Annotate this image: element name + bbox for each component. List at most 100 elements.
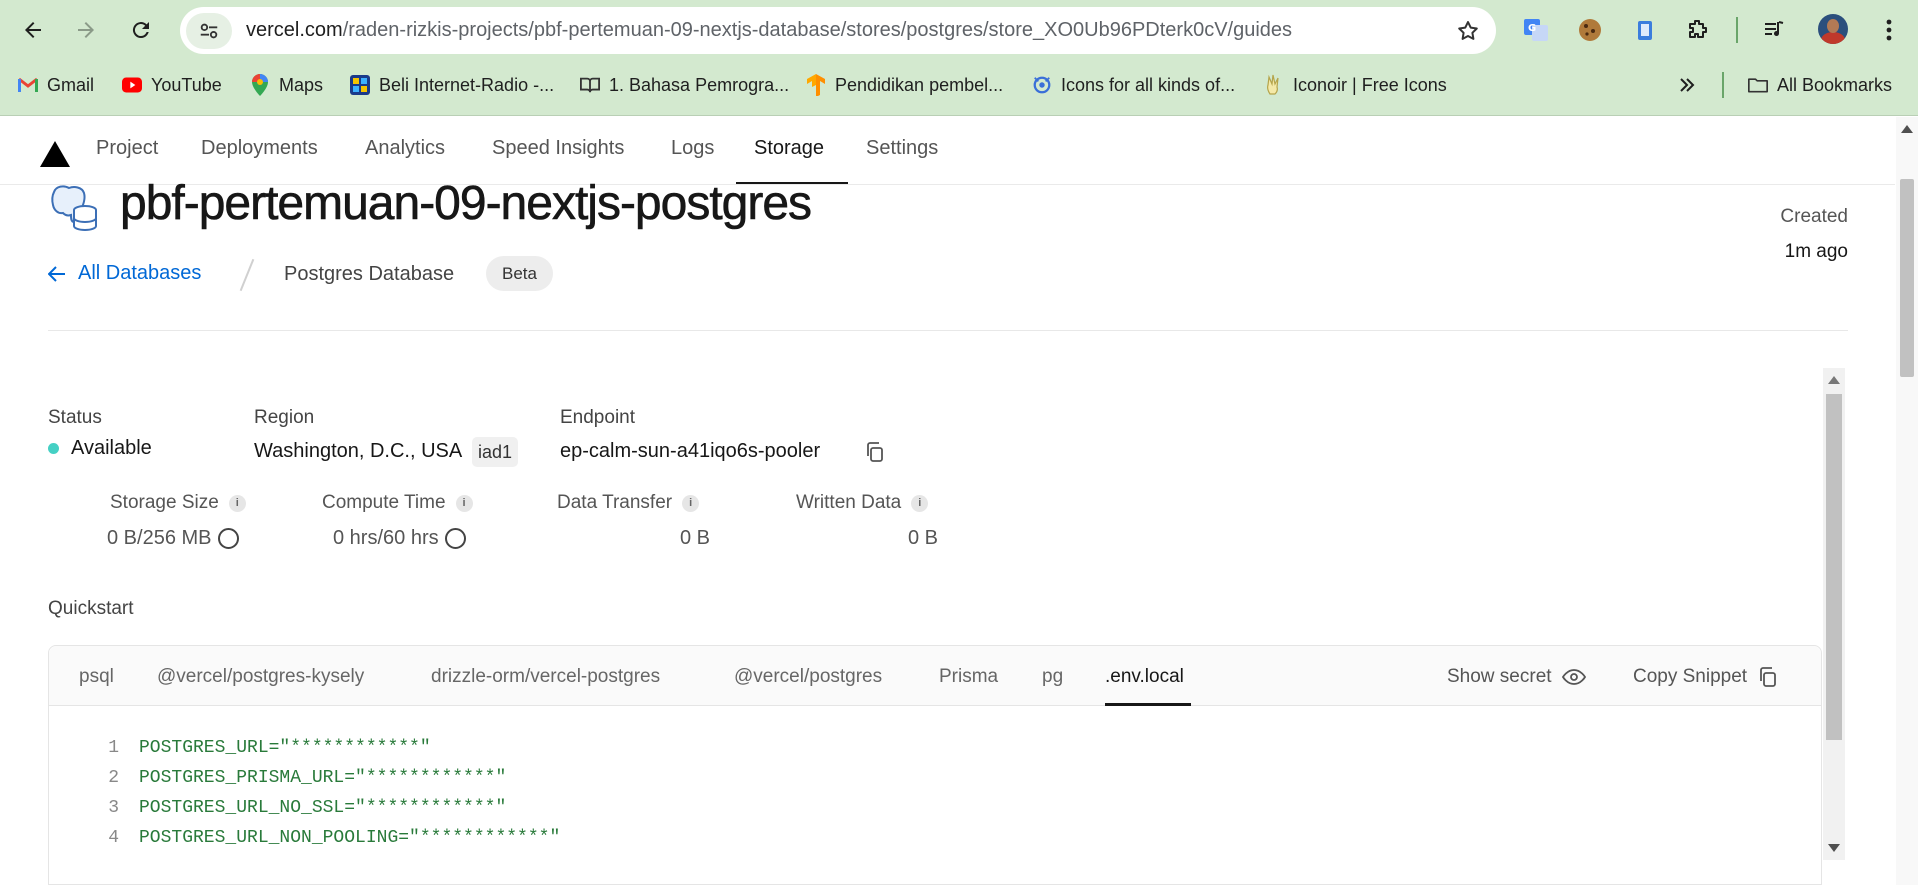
tab-env-local[interactable]: .env.local bbox=[1105, 666, 1184, 688]
tab-drizzle-orm[interactable]: drizzle-orm/vercel-postgres bbox=[431, 666, 660, 688]
tab-psql[interactable]: psql bbox=[79, 666, 114, 688]
content-scroll-up[interactable] bbox=[1828, 376, 1840, 384]
site-info-icon[interactable] bbox=[186, 12, 232, 49]
created-value: 1m ago bbox=[1784, 241, 1848, 262]
bookmark-icons[interactable]: Icons for all kinds of... bbox=[1032, 68, 1235, 102]
back-button[interactable] bbox=[13, 10, 53, 50]
usage-ring-icon bbox=[217, 528, 239, 549]
bookmark-youtube[interactable]: YouTube bbox=[122, 68, 222, 102]
info-icon[interactable]: i bbox=[455, 494, 473, 512]
status-label: Status bbox=[48, 407, 102, 428]
page-scrollbar-thumb[interactable] bbox=[1900, 179, 1914, 377]
all-databases-link[interactable]: All Databases bbox=[48, 262, 201, 285]
browser-chrome: vercel.com/raden-rizkis-projects/pbf-per… bbox=[0, 0, 1918, 116]
content-scroll-down[interactable] bbox=[1828, 844, 1840, 852]
forward-button[interactable] bbox=[66, 10, 106, 50]
bookmark-maps[interactable]: Maps bbox=[250, 68, 323, 102]
bookmark-bahasa[interactable]: 1. Bahasa Pemrogra... bbox=[580, 68, 789, 102]
clipboard-extension-icon[interactable] bbox=[1627, 12, 1663, 48]
extensions-puzzle-icon[interactable] bbox=[1680, 12, 1716, 48]
tab-storage[interactable]: Storage bbox=[754, 137, 824, 160]
tab-settings[interactable]: Settings bbox=[866, 137, 938, 160]
page-scrollbar[interactable] bbox=[1896, 117, 1918, 885]
metric-data-transfer-label: Data Transfer i bbox=[557, 492, 700, 514]
endpoint-label: Endpoint bbox=[560, 407, 636, 428]
book-icon bbox=[580, 75, 600, 95]
scroll-up-arrow[interactable] bbox=[1901, 125, 1913, 133]
arrow-left-icon bbox=[25, 22, 41, 38]
browser-menu-icon[interactable] bbox=[1871, 12, 1907, 48]
bookmarks-separator bbox=[1722, 72, 1724, 98]
line-number: 2 bbox=[108, 768, 119, 788]
google-translate-icon[interactable]: G bbox=[1518, 12, 1554, 48]
endpoint-value: ep-calm-sun-a41iqo6s-pooler bbox=[560, 440, 821, 462]
copy-icon bbox=[1760, 667, 1776, 687]
quickstart-heading: Quickstart bbox=[48, 598, 134, 619]
iconoir-icon bbox=[1264, 74, 1284, 95]
cookie-icon[interactable] bbox=[1572, 12, 1608, 48]
youtube-icon bbox=[122, 75, 142, 95]
tab-vercel-postgres[interactable]: @vercel/postgres bbox=[734, 666, 882, 688]
code-text: POSTGRES_PRISMA_URL="************" bbox=[139, 768, 507, 788]
line-number: 4 bbox=[108, 828, 119, 848]
bookmark-iconoir[interactable]: Iconoir | Free Icons bbox=[1264, 68, 1447, 102]
vercel-logo-icon[interactable] bbox=[40, 141, 70, 167]
line-number: 1 bbox=[108, 738, 119, 758]
bookmark-gmail[interactable]: Gmail bbox=[18, 68, 94, 102]
reload-button[interactable] bbox=[121, 10, 161, 50]
more-bookmarks-icon[interactable] bbox=[1678, 68, 1696, 102]
tab-deployments[interactable]: Deployments bbox=[201, 137, 318, 160]
copy-snippet-button[interactable]: Copy Snippet bbox=[1633, 666, 1779, 688]
tab-pg[interactable]: pg bbox=[1042, 666, 1063, 688]
code-line: 4 POSTGRES_URL_NON_POOLING="************… bbox=[49, 828, 1821, 858]
content-scrollbar-thumb[interactable] bbox=[1826, 394, 1842, 740]
tab-speed-insights[interactable]: Speed Insights bbox=[492, 137, 624, 160]
bookmark-pendidikan[interactable]: Pendidikan pembel... bbox=[806, 68, 1003, 102]
tab-vercel-postgres-kysely[interactable]: @vercel/postgres-kysely bbox=[157, 666, 364, 688]
copy-endpoint-icon[interactable] bbox=[864, 441, 886, 463]
code-line: 3 POSTGRES_URL_NO_SSL="************" bbox=[49, 798, 1821, 828]
vercel-nav: Project Deployments Analytics Speed Insi… bbox=[0, 117, 1895, 185]
active-quickstart-tab-indicator bbox=[1105, 703, 1191, 706]
address-bar[interactable]: vercel.com/raden-rizkis-projects/pbf-per… bbox=[180, 7, 1496, 54]
line-number: 3 bbox=[108, 798, 119, 818]
metric-compute-time-value: 0 hrs/60 hrs bbox=[333, 527, 466, 550]
info-icon[interactable]: i bbox=[911, 494, 929, 512]
tab-logs[interactable]: Logs bbox=[671, 137, 714, 160]
media-queue-icon[interactable] bbox=[1756, 12, 1792, 48]
region-code-tag: iad1 bbox=[472, 437, 519, 467]
maps-icon bbox=[250, 74, 270, 96]
content-scrollbar[interactable] bbox=[1823, 368, 1845, 860]
profile-avatar[interactable] bbox=[1818, 14, 1848, 44]
page-title: pbf-pertemuan-09-nextjs-postgres bbox=[120, 177, 813, 231]
tab-project[interactable]: Project bbox=[96, 137, 158, 160]
metric-data-transfer-value: 0 B bbox=[680, 527, 711, 549]
all-bookmarks-button[interactable]: All Bookmarks bbox=[1748, 68, 1892, 102]
tab-prisma[interactable]: Prisma bbox=[939, 666, 998, 688]
bookmark-star-icon[interactable] bbox=[1448, 11, 1488, 51]
breadcrumb-separator bbox=[239, 258, 255, 292]
quickstart-panel: psql @vercel/postgres-kysely drizzle-orm… bbox=[48, 645, 1822, 885]
metric-written-data-value: 0 B bbox=[908, 527, 939, 549]
metric-storage-size-label: Storage Size i bbox=[110, 492, 246, 514]
status-value: Available bbox=[71, 437, 152, 459]
bookmark-radio[interactable]: Beli Internet-Radio -... bbox=[350, 68, 554, 102]
radio-icon bbox=[350, 75, 370, 95]
info-icon[interactable]: i bbox=[682, 494, 700, 512]
code-line: 2 POSTGRES_PRISMA_URL="************" bbox=[49, 768, 1821, 798]
bookmarks-bar: Gmail YouTube Maps Beli Internet-Radio -… bbox=[0, 68, 1918, 102]
code-line: 1 POSTGRES_URL="************" bbox=[49, 738, 1821, 768]
info-icon[interactable]: i bbox=[228, 494, 246, 512]
code-text: POSTGRES_URL_NO_SSL="************" bbox=[139, 798, 507, 818]
eye-icon bbox=[1561, 669, 1586, 685]
arrow-right-icon bbox=[78, 22, 94, 38]
metric-compute-time-label: Compute Time i bbox=[322, 492, 473, 514]
postgres-database-icon bbox=[51, 185, 97, 232]
metric-storage-size-value: 0 B/256 MB bbox=[107, 527, 239, 550]
show-secret-button[interactable]: Show secret bbox=[1447, 666, 1586, 688]
code-text: POSTGRES_URL="************" bbox=[139, 738, 431, 758]
usage-ring-icon bbox=[444, 528, 466, 549]
region-label: Region bbox=[254, 407, 315, 428]
arrow-left-icon bbox=[48, 265, 65, 282]
tab-analytics[interactable]: Analytics bbox=[365, 137, 445, 160]
